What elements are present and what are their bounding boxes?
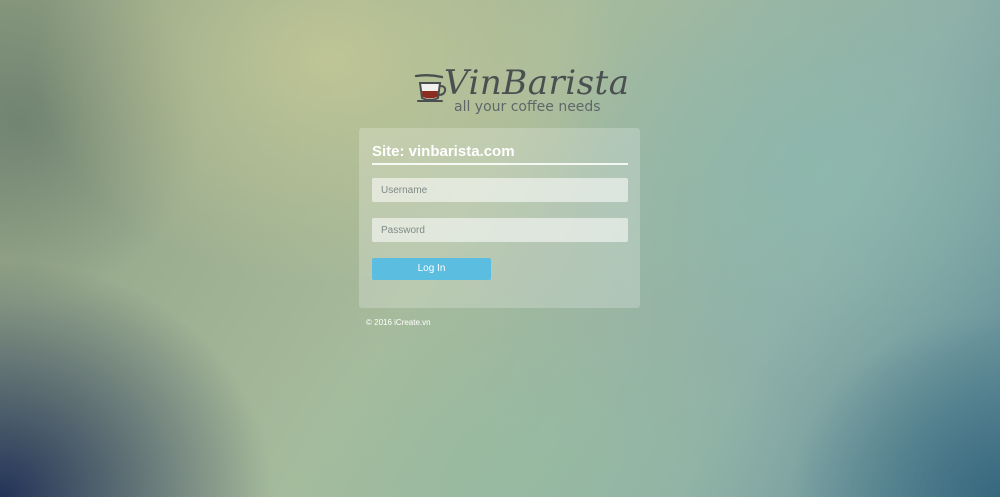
title-divider: [372, 163, 628, 165]
coffee-cup-icon: [414, 74, 448, 109]
username-input[interactable]: [372, 178, 628, 202]
password-input[interactable]: [372, 218, 628, 242]
logo: VinBarista all your coffee needs: [412, 64, 629, 118]
site-title: Site: vinbarista.com: [372, 143, 515, 160]
logo-tagline: all your coffee needs: [454, 99, 601, 115]
copyright-text: © 2016 iCreate.vn: [366, 318, 431, 327]
logo-name: VinBarista: [444, 63, 630, 103]
login-panel: Site: vinbarista.com Log In: [359, 128, 640, 308]
login-button[interactable]: Log In: [372, 258, 491, 280]
